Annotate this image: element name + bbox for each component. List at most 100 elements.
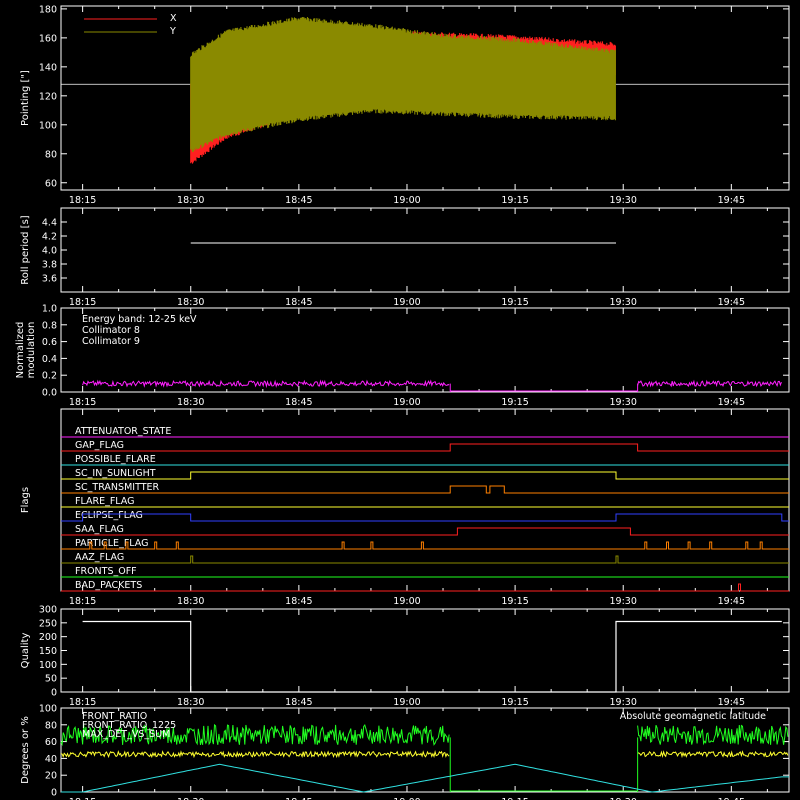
- flag-trace-saa-flag: [61, 527, 789, 536]
- modulation-legend-item: Energy band: 12-25 keV: [82, 314, 197, 325]
- panel-5-y-tick-label: 100: [39, 660, 57, 671]
- panel-2-y-tick-label: 3.8: [42, 260, 57, 271]
- panel-5-time-label: 18:15: [69, 697, 96, 708]
- panel-2-y-tick-label: 3.6: [42, 274, 57, 285]
- panel-1-y-tick-label: 140: [39, 62, 57, 73]
- panel-1-y-tick-label: 160: [39, 33, 57, 44]
- panel-3-time-label: 18:30: [177, 397, 204, 408]
- panel-4-time-label: 18:15: [69, 596, 96, 607]
- panel-3-y-tick-label: 0.6: [42, 337, 57, 348]
- panel-3-time-label: 19:45: [718, 397, 745, 408]
- degrees-legend-item: MAX_DET_VS_SUM: [82, 729, 170, 740]
- panel-3-y-tick-label: 0.4: [42, 354, 57, 365]
- panel-3-time-label: 19:15: [501, 397, 528, 408]
- panel-3-y-tick-label: 1.0: [42, 304, 57, 315]
- panel-5-time-label: 19:30: [610, 697, 637, 708]
- panel-5-ylabel: Quality: [20, 633, 31, 669]
- panel-4-time-label: 18:30: [177, 596, 204, 607]
- panel-1-y-tick-label: 120: [39, 91, 57, 102]
- legend-label-x: X: [170, 13, 177, 24]
- panel-5-time-label: 19:15: [501, 697, 528, 708]
- flag-trace-aaz-flag: [61, 555, 789, 564]
- flag-label-fronts-off: FRONTS_OFF: [75, 566, 137, 577]
- panel-2-frame: [60, 207, 790, 293]
- panel-2-y-tick-label: 4.0: [42, 246, 57, 257]
- panel-6-ylabel: Degrees or %: [20, 716, 31, 784]
- panel-5-y-tick-label: 150: [39, 646, 57, 657]
- panel-4-time-label: 19:00: [393, 596, 420, 607]
- flag-trace-eclipse-flag: [61, 513, 789, 522]
- modulation-legend-item: Collimator 8: [82, 325, 140, 336]
- pointing-series-y: [190, 17, 616, 152]
- front-ratio-series: [637, 724, 789, 746]
- panel-3-time-label: 18:45: [285, 397, 312, 408]
- panel-6-y-tick-label: 0: [51, 788, 57, 799]
- flag-label-aaz-flag: AAZ_FLAG: [75, 552, 124, 563]
- panel-1-ylabel: Pointing ["]: [20, 70, 31, 126]
- panel-3-y-tick-label: 0.2: [42, 371, 57, 382]
- panel-1-time-label: 18:45: [285, 195, 312, 206]
- max-det-vs-sum-series: [60, 749, 450, 759]
- flag-label-sc-in-sunlight: SC_IN_SUNLIGHT: [75, 468, 156, 479]
- panel-5-time-label: 19:00: [393, 697, 420, 708]
- panel-2-time-label: 18:45: [285, 297, 312, 308]
- panel-6-y-tick-label: 80: [45, 720, 57, 731]
- modulation-series-segment: [637, 379, 782, 388]
- panel-5-time-label: 18:30: [177, 697, 204, 708]
- panel-3-y-tick-label: 0.0: [42, 388, 57, 399]
- panel-2-time-label: 18:30: [177, 297, 204, 308]
- panel-3-time-label: 19:00: [393, 397, 420, 408]
- flag-label-possible-flare: POSSIBLE_FLARE: [75, 454, 156, 465]
- panel-1-time-label: 19:15: [501, 195, 528, 206]
- flag-label-saa-flag: SAA_FLAG: [75, 524, 124, 535]
- panel-2-time-label: 19:15: [501, 297, 528, 308]
- quality-line: [82, 620, 782, 693]
- max-det-vs-sum-series: [637, 750, 789, 759]
- panel-2-y-tick-label: 4.4: [42, 218, 57, 229]
- panel-1-time-label: 18:15: [69, 195, 96, 206]
- panel-2-ylabel: Roll period [s]: [20, 215, 31, 284]
- panel-3-y-tick-label: 0.8: [42, 320, 57, 331]
- flag-trace-particle-flag: [61, 541, 789, 550]
- panel-1-time-label: 19:45: [718, 195, 745, 206]
- panel-2-time-label: 19:30: [610, 297, 637, 308]
- panel-1-y-tick-label: 60: [45, 178, 57, 189]
- panel-4-time-label: 19:45: [718, 596, 745, 607]
- panel-2-time-label: 18:15: [69, 297, 96, 308]
- panel-2-time-label: 19:45: [718, 297, 745, 308]
- panel-1-time-label: 19:00: [393, 195, 420, 206]
- flag-label-sc-transmitter: SC_TRANSMITTER: [75, 482, 160, 493]
- panel-5-y-tick-label: 300: [39, 605, 57, 616]
- modulation-legend-item: Collimator 9: [82, 336, 140, 347]
- panel-3-ylabel: Normalized: [15, 322, 26, 379]
- panel-5-time-label: 18:45: [285, 697, 312, 708]
- panel-6-y-tick-label: 40: [45, 754, 57, 765]
- panel-1-y-tick-label: 80: [45, 149, 57, 160]
- flag-trace-bad-packets: [61, 583, 789, 592]
- panel-5-y-tick-label: 0: [51, 688, 57, 699]
- flag-label-bad-packets: BAD_PACKETS: [75, 580, 142, 591]
- panel-1-y-tick-label: 180: [39, 4, 57, 15]
- panel-5-y-tick-label: 250: [39, 618, 57, 629]
- panel-3-time-label: 18:15: [69, 397, 96, 408]
- panel-4-time-label: 19:30: [610, 596, 637, 607]
- modulation-series-segment: [82, 379, 450, 389]
- flag-label-particle-flag: PARTICLE_FLAG: [75, 538, 148, 549]
- flag-label-gap-flag: GAP_FLAG: [75, 440, 124, 451]
- panel-1-y-tick-label: 100: [39, 120, 57, 131]
- chart-canvas: 18:15 18:30 18:45 19:00 19:15 19:30 19:45 60 80 1…: [15, 4, 790, 800]
- flag-trace-sc-in-sunlight: [61, 471, 789, 480]
- hessi-observing-summary: 18:15 18:30 18:45 19:00 19:15 19:30 19:45 60 80 1…: [0, 0, 800, 800]
- panel-2-time-label: 19:00: [393, 297, 420, 308]
- flag-label-eclipse-flag: ECLIPSE_FLAG: [75, 510, 143, 521]
- panel-1-time-label: 19:30: [610, 195, 637, 206]
- panel-2-y-tick-label: 4.2: [42, 232, 57, 243]
- geomagnetic-latitude-series: [61, 763, 789, 793]
- flag-trace-sc-transmitter: [61, 485, 789, 494]
- flag-label-flare-flag: FLARE_FLAG: [75, 496, 135, 507]
- legend-label-y: Y: [169, 26, 176, 37]
- panel-3-ylabel: modulation: [26, 322, 37, 379]
- flag-trace-gap-flag: [61, 443, 789, 452]
- panel-6-y-tick-label: 100: [39, 704, 57, 715]
- degrees-legend-item: Absolute geomagnetic latitude: [620, 711, 766, 722]
